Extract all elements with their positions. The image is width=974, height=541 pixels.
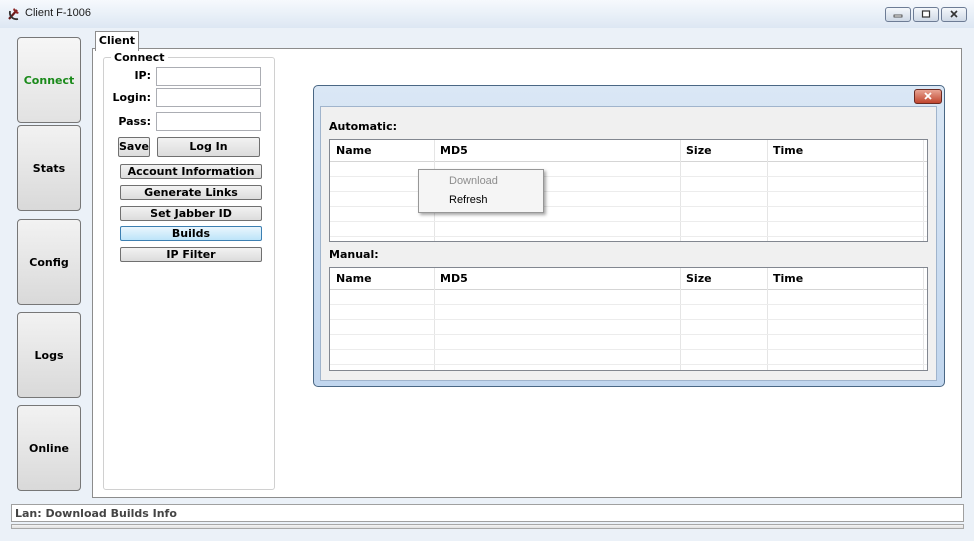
account-information-button[interactable]: Account Information: [120, 164, 262, 179]
manual-label: Manual:: [329, 248, 379, 261]
manual-builds-list[interactable]: Name MD5 Size Time: [329, 267, 928, 371]
pass-label: Pass:: [118, 115, 151, 128]
row-divider: [330, 364, 927, 365]
sidebar-item-config[interactable]: Config: [17, 219, 81, 305]
login-field[interactable]: [156, 88, 261, 107]
builds-button[interactable]: Builds: [120, 226, 262, 241]
status-text: Lan: Download Builds Info: [15, 507, 177, 520]
row-divider: [330, 304, 927, 305]
column-size[interactable]: Size: [686, 144, 712, 157]
context-menu: Download Refresh: [418, 169, 544, 213]
automatic-label: Automatic:: [329, 120, 397, 133]
sidebar-item-logs[interactable]: Logs: [17, 312, 81, 398]
menu-item-download[interactable]: Download: [449, 175, 498, 187]
list-header: Name MD5 Size Time: [330, 268, 927, 290]
progress-bar: [11, 524, 964, 529]
save-button[interactable]: Save: [118, 137, 150, 157]
pass-field[interactable]: [156, 112, 261, 131]
row-divider: [330, 334, 927, 335]
sidebar-item-connect[interactable]: Connect: [17, 37, 81, 123]
column-name[interactable]: Name: [336, 144, 372, 157]
tab-client[interactable]: Client: [95, 31, 139, 51]
log-in-button[interactable]: Log In: [157, 137, 260, 157]
column-md5[interactable]: MD5: [440, 272, 468, 285]
generate-links-button[interactable]: Generate Links: [120, 185, 262, 200]
close-button[interactable]: [941, 7, 967, 22]
maximize-button[interactable]: [913, 7, 939, 22]
title-bar: Client F-1006: [0, 0, 974, 28]
row-divider: [330, 221, 927, 222]
sidebar-item-online[interactable]: Online: [17, 405, 81, 491]
window-title: Client F-1006: [25, 7, 92, 19]
dialog-close-button[interactable]: [914, 89, 942, 104]
column-name[interactable]: Name: [336, 272, 372, 285]
column-md5[interactable]: MD5: [440, 144, 468, 157]
row-divider: [330, 349, 927, 350]
close-icon: [949, 8, 959, 21]
ip-filter-button[interactable]: IP Filter: [120, 247, 262, 262]
menu-item-refresh[interactable]: Refresh: [449, 194, 488, 206]
set-jabber-id-button[interactable]: Set Jabber ID: [120, 206, 262, 221]
sidebar-item-stats[interactable]: Stats: [17, 125, 81, 211]
hammer-sickle-icon: [6, 6, 22, 22]
status-bar: Lan: Download Builds Info: [11, 504, 964, 522]
column-time[interactable]: Time: [773, 272, 803, 285]
login-label: Login:: [112, 91, 151, 104]
ip-label: IP:: [134, 69, 151, 82]
ip-field[interactable]: [156, 67, 261, 86]
list-header: Name MD5 Size Time: [330, 140, 927, 162]
column-time[interactable]: Time: [773, 144, 803, 157]
row-divider: [330, 236, 927, 237]
minimize-button[interactable]: [885, 7, 911, 22]
row-divider: [330, 319, 927, 320]
close-icon: [923, 90, 933, 103]
column-size[interactable]: Size: [686, 272, 712, 285]
connect-group-label: Connect: [111, 51, 168, 64]
maximize-icon: [921, 8, 931, 21]
minimize-icon: [893, 8, 903, 21]
